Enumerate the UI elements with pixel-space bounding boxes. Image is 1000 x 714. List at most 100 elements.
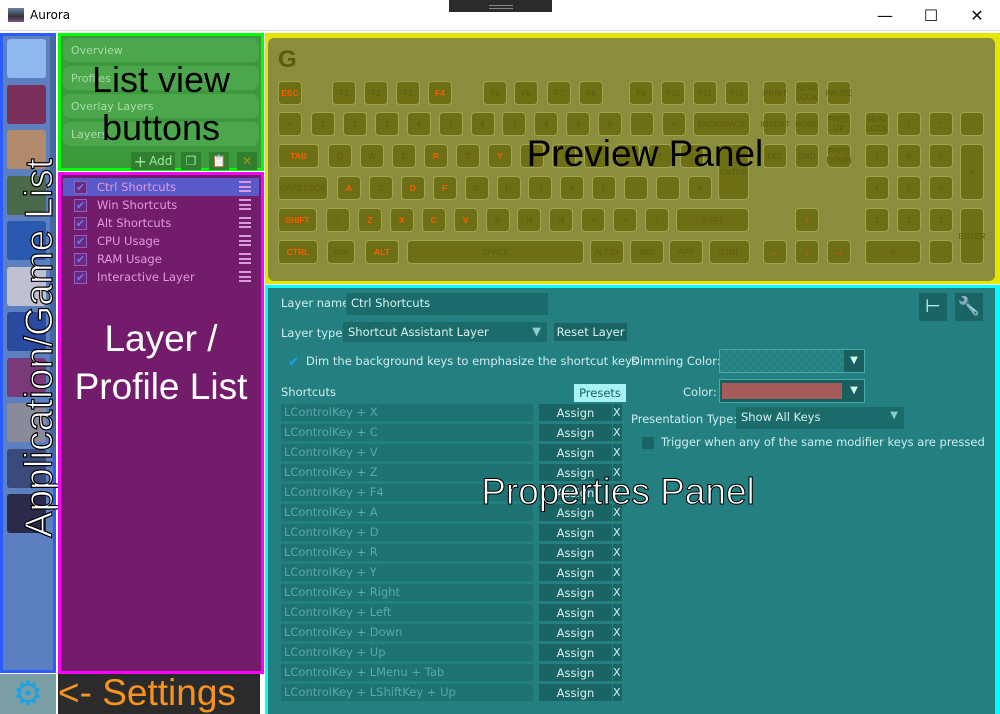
key-page-up[interactable]: PAGE UP: [827, 112, 851, 136]
remove-shortcut-button[interactable]: X: [613, 584, 622, 601]
key--[interactable]: -: [630, 112, 654, 136]
key-r[interactable]: R: [424, 144, 448, 168]
key-space[interactable]: SPACE: [407, 240, 584, 264]
key-6[interactable]: 6: [470, 112, 495, 136]
key-9[interactable]: 9: [566, 112, 591, 136]
key-h[interactable]: H: [496, 176, 521, 200]
key-7[interactable]: 7: [502, 112, 527, 136]
app-icon-desktop[interactable]: [7, 39, 46, 78]
maximize-button[interactable]: ☐: [908, 0, 954, 31]
dimming-color-picker[interactable]: ▼: [719, 349, 865, 373]
key--[interactable]: {: [648, 144, 672, 168]
layer-type-select[interactable]: Shortcut Assistant Layer ▼: [343, 322, 547, 342]
key-alt[interactable]: ALT: [365, 240, 399, 264]
assign-button[interactable]: Assign: [539, 484, 612, 501]
remove-shortcut-button[interactable]: X: [613, 464, 622, 481]
key-6[interactable]: 6: [929, 176, 953, 200]
key--[interactable]: ↓: [795, 240, 819, 264]
layer-enabled-checkbox[interactable]: ✔: [74, 180, 87, 194]
key--[interactable]: ': [656, 176, 680, 200]
color-picker[interactable]: ▼: [719, 379, 865, 403]
key-f4[interactable]: F4: [428, 81, 452, 105]
key-x[interactable]: X: [389, 208, 414, 232]
key-insert[interactable]: INSERT: [760, 112, 790, 136]
key-tab[interactable]: TAB: [278, 144, 319, 168]
key-0[interactable]: 0: [598, 112, 623, 136]
key-n[interactable]: N: [517, 208, 542, 232]
layer-enabled-checkbox[interactable]: ✔: [74, 198, 87, 212]
drag-handle-icon[interactable]: [239, 199, 251, 210]
key-k[interactable]: K: [560, 176, 585, 200]
key--[interactable]: }: [680, 144, 704, 168]
key-g[interactable]: G: [464, 176, 489, 200]
assign-button[interactable]: Assign: [539, 664, 612, 681]
assign-button[interactable]: Assign: [539, 504, 612, 521]
key-3[interactable]: 3: [929, 208, 953, 232]
assign-button[interactable]: Assign: [539, 464, 612, 481]
remove-shortcut-button[interactable]: X: [613, 524, 622, 541]
tools-button[interactable]: 🔧: [955, 293, 983, 321]
key-q[interactable]: Q: [328, 144, 352, 168]
shortcut-input[interactable]: LControlKey + X: [281, 404, 533, 421]
app-icon-blackout[interactable]: [7, 403, 46, 442]
key--[interactable]: .: [929, 240, 953, 264]
key-1[interactable]: 1: [865, 208, 889, 232]
key-print[interactable]: PRINT: [763, 81, 787, 105]
key-f12[interactable]: F12: [725, 81, 749, 105]
app-icon-gta-v[interactable]: [7, 175, 46, 215]
key-e[interactable]: E: [392, 144, 416, 168]
key-o[interactable]: O: [584, 144, 608, 168]
shortcut-input[interactable]: LControlKey + Left: [281, 604, 533, 621]
profiles-button[interactable]: Profiles: [63, 66, 259, 90]
remove-shortcut-button[interactable]: X: [613, 424, 622, 441]
key-end[interactable]: END: [795, 144, 819, 168]
drag-handle-icon[interactable]: [239, 217, 251, 228]
shortcut-input[interactable]: LControlKey + V: [281, 444, 533, 461]
key-f7[interactable]: F7: [547, 81, 571, 105]
assign-button[interactable]: Assign: [539, 444, 612, 461]
assign-button[interactable]: Assign: [539, 524, 612, 541]
trigger-checkbox[interactable]: [642, 437, 654, 449]
key-0[interactable]: 0: [865, 240, 921, 264]
add-layer-button[interactable]: + Add: [131, 152, 175, 171]
key-f5[interactable]: F5: [483, 81, 507, 105]
remove-shortcut-button[interactable]: X: [613, 564, 622, 581]
key-pause[interactable]: PAUSE: [826, 81, 852, 105]
key-4[interactable]: 4: [865, 176, 889, 200]
key--[interactable]: ↑: [795, 208, 819, 232]
app-list-scrollbar[interactable]: [50, 36, 55, 456]
key-s[interactable]: S: [368, 176, 393, 200]
key-f8[interactable]: F8: [579, 81, 603, 105]
remove-shortcut-button[interactable]: X: [613, 644, 622, 661]
key-caps-lock[interactable]: CAPS LOCK: [278, 176, 328, 200]
key-j[interactable]: J: [528, 176, 553, 200]
key--[interactable]: =: [661, 112, 686, 136]
key--[interactable]: ~: [278, 112, 302, 136]
key-f9[interactable]: F9: [629, 81, 653, 105]
assign-button[interactable]: Assign: [539, 684, 612, 701]
key--[interactable]: #: [687, 176, 712, 200]
app-icon-dota-2[interactable]: [7, 84, 46, 124]
key-f3[interactable]: F3: [396, 81, 420, 105]
drag-handle-icon[interactable]: [239, 253, 251, 264]
key--[interactable]: >: [613, 208, 638, 232]
layer-enabled-checkbox[interactable]: ✔: [74, 270, 87, 284]
assign-button[interactable]: Assign: [539, 424, 612, 441]
key-del[interactable]: DEL: [763, 144, 787, 168]
layer-tree-button[interactable]: ⊢: [919, 293, 947, 321]
key-a[interactable]: A: [337, 176, 361, 200]
assign-button[interactable]: Assign: [539, 644, 612, 661]
key-d[interactable]: D: [400, 176, 425, 200]
key-f1[interactable]: F1: [332, 81, 356, 105]
key-2[interactable]: 2: [342, 112, 367, 136]
key-i[interactable]: I: [552, 144, 576, 168]
key-page-down[interactable]: PAGE DOWN: [826, 144, 852, 168]
key-scrl-lock[interactable]: SCRL LOCK: [795, 81, 819, 105]
key-5[interactable]: 5: [897, 176, 921, 200]
assign-button[interactable]: Assign: [539, 584, 612, 601]
key-backspace[interactable]: BACKSPACE: [693, 112, 750, 136]
layer-item[interactable]: ✔ CPU Usage: [63, 232, 259, 250]
layer-item[interactable]: ✔ Interactive Layer: [63, 268, 259, 286]
key-f2[interactable]: F2: [364, 81, 388, 105]
key-9[interactable]: 9: [929, 144, 953, 168]
